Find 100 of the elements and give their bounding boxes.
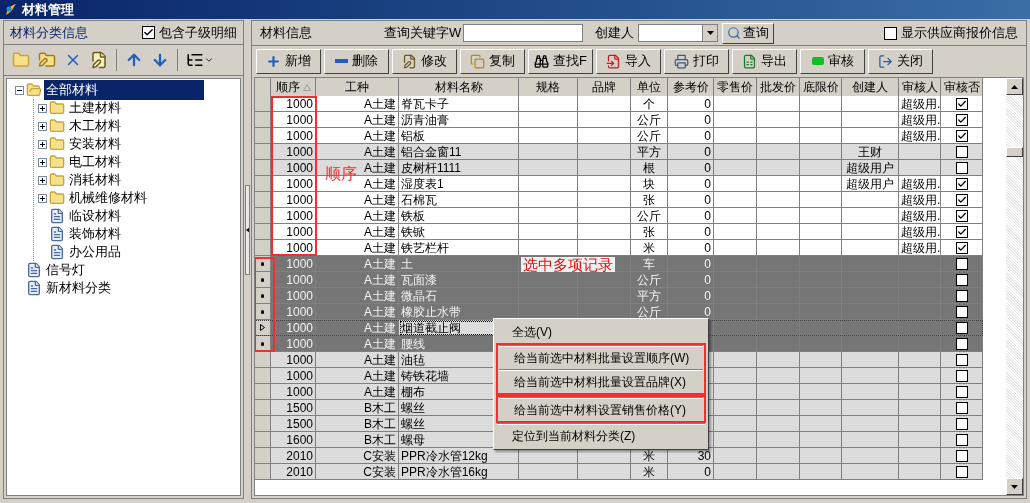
audited-checkbox[interactable] xyxy=(955,305,968,318)
audited-checkbox[interactable] xyxy=(955,257,968,270)
table-cell xyxy=(800,320,842,336)
audited-checkbox[interactable] xyxy=(955,177,968,190)
table-cell: A土建 xyxy=(316,144,399,160)
audited-checkbox[interactable] xyxy=(955,321,968,334)
table-cell xyxy=(757,128,800,144)
audited-checkbox[interactable] xyxy=(955,353,968,366)
audited-checkbox[interactable] xyxy=(955,449,968,462)
audited-checkbox[interactable] xyxy=(955,273,968,286)
table-cell: A土建 xyxy=(316,304,399,320)
table-cell xyxy=(757,224,800,240)
checkbox[interactable] xyxy=(884,26,897,40)
table-cell xyxy=(842,224,899,240)
toolbar-button[interactable]: 导入 xyxy=(596,48,661,74)
keyword-field[interactable] xyxy=(463,24,584,42)
tree-item[interactable]: 新材料分类 xyxy=(44,278,113,298)
toolbar-button[interactable]: 新增 xyxy=(256,48,321,74)
tree-item[interactable]: 安装材料 xyxy=(67,134,123,154)
tree-item[interactable]: 机械维修材料 xyxy=(67,188,149,208)
audited-checkbox[interactable] xyxy=(955,193,968,206)
table-cell: 1600 xyxy=(271,432,316,448)
tree-item[interactable]: 土建材料 xyxy=(67,98,123,118)
table-cell: A土建 xyxy=(316,112,399,128)
table-cell: 米 xyxy=(631,464,668,480)
table-cell xyxy=(800,224,842,240)
table-cell: 超级用. xyxy=(899,176,941,192)
move-down-icon[interactable] xyxy=(151,51,169,69)
toolbar-button[interactable]: 删除 xyxy=(324,48,389,74)
tree-item[interactable]: 装饰材料 xyxy=(67,224,123,244)
audited-checkbox[interactable] xyxy=(955,209,968,222)
expand-icon[interactable] xyxy=(38,193,47,203)
vertical-scrollbar[interactable] xyxy=(1006,78,1023,495)
table-cell xyxy=(714,240,757,256)
toolbar-button[interactable]: 导出 xyxy=(732,48,797,74)
audited-checkbox[interactable] xyxy=(955,465,968,478)
tree-item[interactable]: 木工材料 xyxy=(67,116,123,136)
creator-dropdown[interactable] xyxy=(638,24,719,42)
edit-document-icon[interactable] xyxy=(90,51,108,69)
toolbar-button[interactable]: 修改 xyxy=(392,48,457,74)
table-cell: 0 xyxy=(668,112,714,128)
toolbar-button[interactable]: 关闭 xyxy=(868,48,933,74)
expand-icon[interactable] xyxy=(38,139,47,149)
table-cell xyxy=(714,192,757,208)
table-cell xyxy=(757,320,800,336)
audited-checkbox[interactable] xyxy=(955,433,968,446)
audited-checkbox[interactable] xyxy=(955,97,968,110)
table-cell: C安装 xyxy=(316,464,399,480)
table-cell: A土建 xyxy=(316,96,399,112)
expand-icon[interactable] xyxy=(38,103,47,113)
move-up-icon[interactable] xyxy=(125,51,143,69)
tree-item[interactable]: 信号灯 xyxy=(44,260,87,280)
menu-item[interactable]: 给当前选中材料批量设置顺序(W) xyxy=(498,347,704,369)
expand-icon[interactable] xyxy=(38,157,47,167)
audited-checkbox[interactable] xyxy=(955,145,968,158)
tree-item[interactable]: 消耗材料 xyxy=(67,170,123,190)
table-cell: PPR冷水管12kg xyxy=(399,448,519,464)
toolbar-button[interactable]: 查找F xyxy=(528,48,593,74)
toolbar-button[interactable]: 复制 xyxy=(460,48,525,74)
table-cell xyxy=(842,112,899,128)
scroll-up-button[interactable] xyxy=(1006,78,1023,95)
table-cell: 0 xyxy=(668,272,714,288)
audited-checkbox[interactable] xyxy=(955,129,968,142)
expand-icon[interactable] xyxy=(38,121,47,131)
audited-checkbox[interactable] xyxy=(955,289,968,302)
table-cell xyxy=(578,160,631,176)
audited-checkbox[interactable] xyxy=(955,161,968,174)
audited-checkbox[interactable] xyxy=(955,385,968,398)
tree-item[interactable]: 全部材料 xyxy=(44,80,204,100)
toolbar-button[interactable]: 打印 xyxy=(664,48,729,74)
table-cell: 车 xyxy=(631,256,668,272)
audited-checkbox[interactable] xyxy=(955,241,968,254)
table-cell xyxy=(800,352,842,368)
expand-icon[interactable] xyxy=(38,175,47,185)
toolbar-button[interactable]: 审核 xyxy=(800,48,865,74)
checkbox[interactable] xyxy=(142,26,155,39)
audited-checkbox[interactable] xyxy=(955,337,968,350)
document-icon xyxy=(49,226,65,242)
scroll-down-button[interactable] xyxy=(1006,478,1023,495)
query-button[interactable]: 查询 xyxy=(722,22,775,44)
table-cell xyxy=(714,464,757,480)
audited-checkbox[interactable] xyxy=(955,417,968,430)
tree-layout-dropdown[interactable] xyxy=(186,51,214,69)
table-cell xyxy=(800,448,842,464)
audited-checkbox[interactable] xyxy=(955,369,968,382)
table-cell: 皮树杆1111 xyxy=(399,160,519,176)
tree-item[interactable]: 电工材料 xyxy=(67,152,123,172)
table-cell xyxy=(800,112,842,128)
audited-checkbox[interactable] xyxy=(955,401,968,414)
edit-folder-icon[interactable] xyxy=(38,51,56,69)
tree-item[interactable]: 临设材料 xyxy=(67,206,123,226)
table-cell: 超级用. xyxy=(899,112,941,128)
splitter-handle[interactable] xyxy=(245,184,250,275)
column-header[interactable]: 顺序 xyxy=(271,78,316,97)
audited-checkbox[interactable] xyxy=(955,225,968,238)
scroll-thumb[interactable] xyxy=(1006,147,1023,157)
collapse-icon[interactable] xyxy=(15,85,24,95)
tree-item[interactable]: 办公用品 xyxy=(67,242,123,262)
audited-checkbox[interactable] xyxy=(955,113,968,126)
table-cell: 公斤 xyxy=(631,112,668,128)
